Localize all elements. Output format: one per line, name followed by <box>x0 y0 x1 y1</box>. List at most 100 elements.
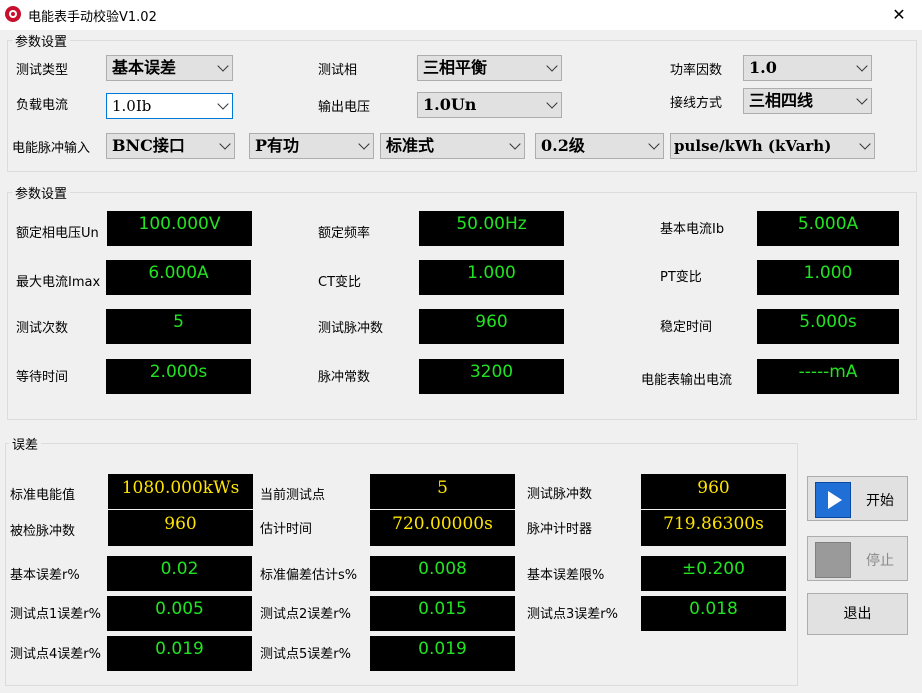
pulse-const-display: 3200 <box>419 359 564 394</box>
wait-time-label: 等待时间 <box>16 370 69 385</box>
test-type-select[interactable]: 基本误差 <box>106 55 233 81</box>
settings-group-title: 参数设置 <box>12 183 71 202</box>
load-current-label: 负载电流 <box>16 98 69 113</box>
power-factor-value: 1.0 <box>749 58 777 77</box>
play-icon <box>815 482 851 518</box>
pulse-port-value: BNC接口 <box>112 136 185 155</box>
ct-ratio-display: 1.000 <box>419 260 564 295</box>
base-error-display: 0.02 <box>107 556 252 591</box>
test-pulses-setting-display: 960 <box>419 309 564 344</box>
settle-time-display: 5.000s <box>757 309 899 344</box>
chevron-down-icon <box>856 93 868 105</box>
ct-ratio-label: CT变比 <box>318 275 362 290</box>
point5-error-label: 测试点5误差r% <box>260 647 351 662</box>
test-count-label: 测试次数 <box>16 321 69 336</box>
current-point-display: 5 <box>370 474 515 509</box>
meter-out-current-display: -----mA <box>757 359 899 394</box>
power-kind-value: P有功 <box>255 136 300 155</box>
checked-pulses-display: 960 <box>108 510 253 546</box>
error-limit-display: ±0.200 <box>641 556 786 591</box>
chevron-down-icon <box>217 60 229 72</box>
chevron-down-icon <box>358 138 370 150</box>
test-count-display: 5 <box>106 309 251 344</box>
title-bar: 电能表手动校验V1.02 ✕ <box>0 0 922 30</box>
pulse-input-label: 电能脉冲输入 <box>12 141 91 156</box>
point4-error-display: 0.019 <box>107 636 252 671</box>
point3-error-display: 0.018 <box>641 596 786 631</box>
output-voltage-select[interactable]: 1.0Un <box>417 92 562 118</box>
point1-error-display: 0.005 <box>107 596 252 631</box>
max-current-label: 最大电流Imax <box>16 275 101 290</box>
power-factor-select[interactable]: 1.0 <box>743 55 872 81</box>
std-dev-display: 0.008 <box>370 556 515 591</box>
point2-error-label: 测试点2误差r% <box>260 607 351 622</box>
exit-button-label: 退出 <box>843 606 872 622</box>
pulse-unit-value: pulse/kWh (kVarh) <box>674 137 832 155</box>
chevron-down-icon <box>509 138 521 150</box>
grade-value: 0.2级 <box>541 136 585 155</box>
output-voltage-label: 输出电压 <box>318 100 371 115</box>
pulse-timer-display: 719.86300s <box>641 510 786 546</box>
params-group-title: 参数设置 <box>12 31 71 50</box>
test-type-label: 测试类型 <box>16 63 69 78</box>
standard-select[interactable]: 标准式 <box>380 133 525 159</box>
point4-error-label: 测试点4误差r% <box>10 647 101 662</box>
pt-ratio-label: PT变比 <box>660 270 702 285</box>
stop-icon <box>815 542 851 578</box>
standard-value: 标准式 <box>386 136 435 155</box>
chevron-down-icon <box>856 60 868 72</box>
chevron-down-icon <box>546 60 558 72</box>
wiring-select[interactable]: 三相四线 <box>743 88 872 114</box>
load-current-select[interactable]: 1.0Ib <box>106 93 233 119</box>
exit-button[interactable]: 退出 <box>807 593 908 635</box>
rated-voltage-display: 100.000V <box>107 211 252 246</box>
std-energy-display: 1080.000kWs <box>108 474 253 509</box>
start-button[interactable]: 开始 <box>807 476 908 521</box>
test-phase-label: 测试相 <box>318 63 358 78</box>
checked-pulses-label: 被检脉冲数 <box>10 524 76 539</box>
est-time-label: 估计时间 <box>260 522 313 537</box>
base-current-label: 基本电流Ib <box>660 222 725 237</box>
pt-ratio-display: 1.000 <box>757 260 899 295</box>
std-dev-label: 标准偏差估计s% <box>260 568 358 583</box>
rated-freq-label: 额定频率 <box>318 226 371 241</box>
power-factor-label: 功率因数 <box>670 63 723 78</box>
power-kind-select[interactable]: P有功 <box>249 133 374 159</box>
stop-button[interactable]: 停止 <box>807 536 908 581</box>
test-pulses-setting-label: 测试脉冲数 <box>318 321 384 336</box>
point1-error-label: 测试点1误差r% <box>10 607 101 622</box>
test-type-value: 基本误差 <box>112 58 177 77</box>
grade-select[interactable]: 0.2级 <box>535 133 664 159</box>
chevron-down-icon <box>546 97 558 109</box>
test-phase-value: 三相平衡 <box>423 58 488 77</box>
close-button[interactable]: ✕ <box>876 0 922 30</box>
point5-error-display: 0.019 <box>370 636 515 671</box>
test-phase-select[interactable]: 三相平衡 <box>417 55 562 81</box>
pulse-const-label: 脉冲常数 <box>318 370 371 385</box>
rated-voltage-label: 额定相电压Un <box>16 226 99 241</box>
meter-out-current-label: 电能表输出电流 <box>641 373 733 388</box>
chevron-down-icon <box>217 98 229 110</box>
wiring-label: 接线方式 <box>670 96 723 111</box>
base-current-display: 5.000A <box>757 211 899 246</box>
error-group-title: 误差 <box>9 434 42 453</box>
std-energy-label: 标准电能值 <box>10 488 76 503</box>
current-point-label: 当前测试点 <box>260 488 326 503</box>
chevron-down-icon <box>219 138 231 150</box>
base-error-label: 基本误差r% <box>10 568 80 583</box>
start-button-label: 开始 <box>866 493 894 509</box>
est-time-display: 720.00000s <box>370 510 515 546</box>
error-limit-label: 基本误差限% <box>527 568 605 583</box>
pulse-timer-label: 脉冲计时器 <box>527 522 593 537</box>
point3-error-label: 测试点3误差r% <box>527 607 618 622</box>
output-voltage-value: 1.0Un <box>423 95 477 114</box>
pulse-unit-select[interactable]: pulse/kWh (kVarh) <box>670 133 875 159</box>
chevron-down-icon <box>859 138 871 150</box>
window-title: 电能表手动校验V1.02 <box>28 10 157 25</box>
pulse-port-select[interactable]: BNC接口 <box>106 133 235 159</box>
wiring-value: 三相四线 <box>749 91 814 110</box>
rated-freq-display: 50.00Hz <box>419 211 564 246</box>
wait-time-display: 2.000s <box>106 359 251 394</box>
stop-button-label: 停止 <box>866 553 894 569</box>
max-current-display: 6.000A <box>106 260 251 295</box>
